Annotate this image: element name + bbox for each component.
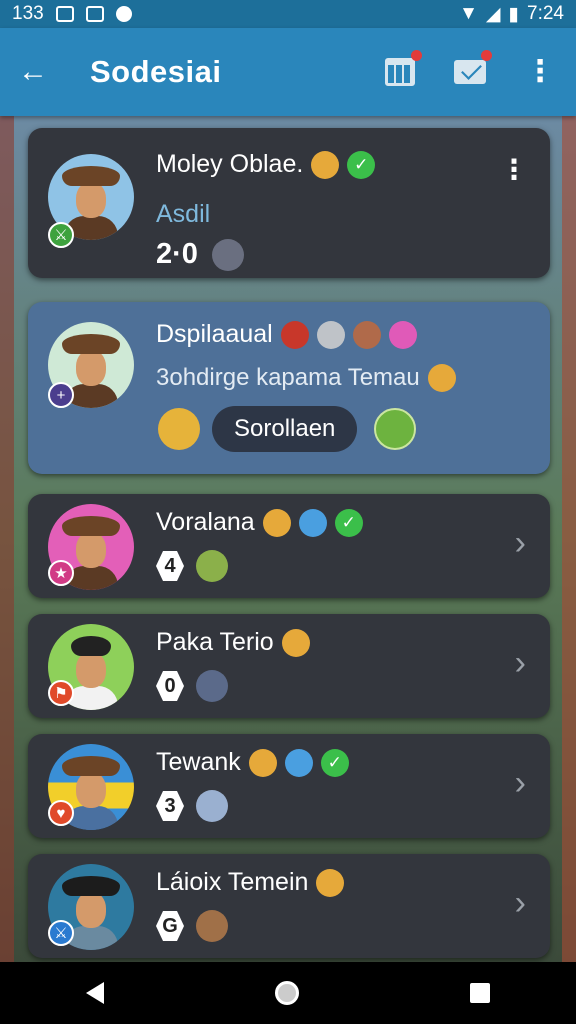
member-name: Láioix Temein xyxy=(156,868,309,896)
member-name: Dspilaaual xyxy=(156,320,273,348)
smirk-emoji-icon xyxy=(316,868,345,897)
weapon-icon xyxy=(211,238,244,271)
calendar-button[interactable] xyxy=(382,50,422,90)
rank-badge: 0 xyxy=(156,671,184,701)
pet-icon xyxy=(196,910,228,942)
role-badge-icon: + xyxy=(48,382,74,408)
clock: 7:24 xyxy=(527,3,564,24)
nav-back-icon[interactable] xyxy=(85,982,104,1004)
member-name: Moley Oblae. xyxy=(156,150,304,178)
robot-emoji-icon xyxy=(316,320,345,349)
member-subtitle: Asdil xyxy=(156,200,211,228)
smirk-emoji-icon xyxy=(281,628,310,657)
notification-dot xyxy=(481,50,492,61)
member-name: Paka Terio xyxy=(156,628,274,656)
pet-icon xyxy=(196,550,228,582)
face-emoji-icon xyxy=(352,320,381,349)
member-score: 2·0 xyxy=(156,238,198,270)
member-description: 3ohdirge kapama Temau xyxy=(156,364,420,391)
page-title: Sodesiai xyxy=(90,54,222,89)
role-badge-icon: ⚑ xyxy=(48,680,74,706)
member-card[interactable]: ★ Voralana ✓ 4 › xyxy=(28,494,550,598)
member-card[interactable]: ⚑ Paka Terio 0 › xyxy=(28,614,550,718)
member-card[interactable]: ⚔ Láioix Temein G › xyxy=(28,854,550,958)
nav-home-icon[interactable] xyxy=(274,981,299,1005)
chevron-right-icon[interactable]: › xyxy=(515,764,526,803)
overflow-menu-button[interactable]: ⋮ xyxy=(522,54,558,90)
member-card-selected[interactable]: + Dspilaaual 3ohdirge kapama Temau Sorol… xyxy=(28,302,550,474)
verified-check-icon: ✓ xyxy=(320,748,349,777)
smirk-emoji-icon xyxy=(262,508,291,537)
wifi-icon: ▼ xyxy=(459,3,478,24)
nav-recents-icon[interactable] xyxy=(470,983,491,1003)
signal-icon: ◢ xyxy=(485,3,501,25)
rank-badge: G xyxy=(156,911,184,941)
member-card[interactable]: ♥ Tewank ✓ 3 › xyxy=(28,734,550,838)
feather-emoji-icon xyxy=(280,320,309,349)
chevron-right-icon[interactable]: › xyxy=(515,524,526,563)
member-list[interactable]: ⚔ Moley Oblae. ✓ Asdil 2·0 ⋮ + Dspilaaua… xyxy=(0,116,576,962)
verified-check-icon: ✓ xyxy=(347,150,376,179)
weapon-icon xyxy=(196,670,228,702)
verified-check-icon: ✓ xyxy=(334,508,363,537)
member-name: Tewank xyxy=(156,748,241,776)
chevron-right-icon[interactable]: › xyxy=(515,644,526,683)
calendar-icon xyxy=(385,58,415,86)
shield-emoji-icon xyxy=(298,508,327,537)
companion-icon xyxy=(196,790,228,822)
notification-dot xyxy=(411,50,422,61)
rank-badge: 4 xyxy=(156,551,184,581)
heart-emoji-icon xyxy=(388,320,417,349)
system-nav-bar xyxy=(0,962,576,1024)
role-badge-icon: ★ xyxy=(48,560,74,586)
chevron-right-icon[interactable]: › xyxy=(515,884,526,923)
card-more-icon[interactable]: ⋮ xyxy=(500,156,528,184)
app-bar: ← Sodesiai ⋮ xyxy=(0,28,576,116)
sync-notification-icon xyxy=(115,6,132,22)
photo-notification-icon xyxy=(85,6,104,22)
role-badge-icon: ♥ xyxy=(48,800,74,826)
shield-emoji-icon xyxy=(284,748,313,777)
status-text: 133 xyxy=(12,3,44,24)
rank-badge: 3 xyxy=(156,791,184,821)
mail-icon xyxy=(454,60,486,84)
hand-wave-icon[interactable] xyxy=(374,408,416,450)
companion-avatar xyxy=(158,408,200,450)
member-action-chip[interactable]: Sorollaen xyxy=(212,406,358,452)
role-badge-icon: ⚔ xyxy=(48,222,74,248)
gallery-notification-icon xyxy=(55,6,74,22)
role-badge-icon: ⚔ xyxy=(48,920,74,946)
smirk-emoji-icon xyxy=(427,364,456,392)
grinning-emoji-icon xyxy=(311,150,340,179)
battery-icon: ▮ xyxy=(508,3,520,25)
inbox-button[interactable] xyxy=(452,50,492,90)
more-vert-icon: ⋮ xyxy=(525,55,555,88)
member-card[interactable]: ⚔ Moley Oblae. ✓ Asdil 2·0 ⋮ xyxy=(28,128,550,278)
member-name: Voralana xyxy=(156,508,255,536)
smirk-emoji-icon xyxy=(248,748,277,777)
status-bar: 133 ▼ ◢ ▮ 7:24 xyxy=(0,0,576,28)
back-arrow-icon[interactable]: ← xyxy=(18,55,58,89)
